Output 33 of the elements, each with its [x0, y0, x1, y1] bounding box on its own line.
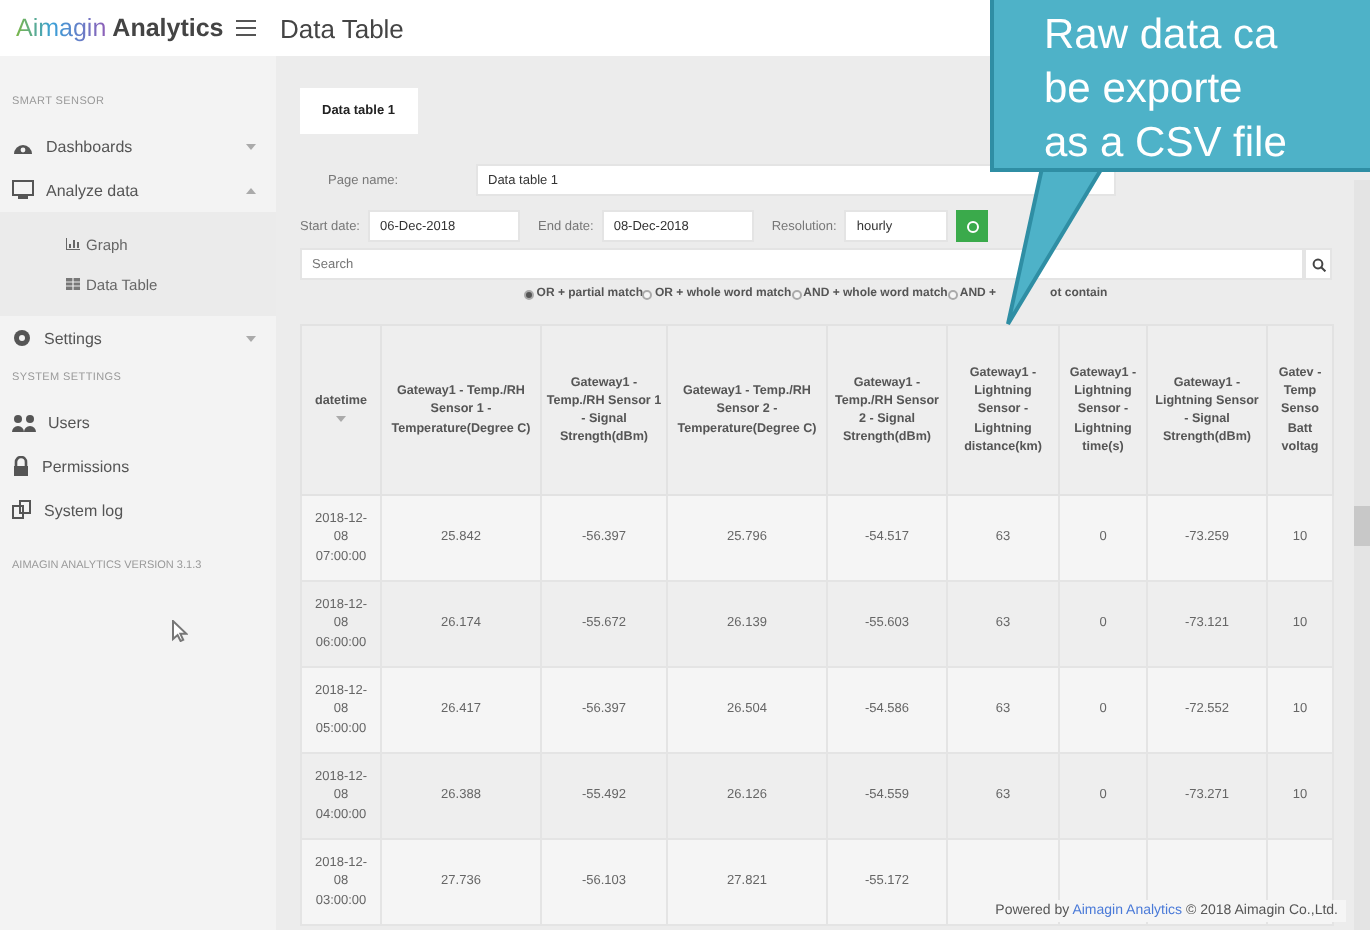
- bar-chart-icon: [66, 238, 80, 250]
- radio-button[interactable]: [791, 289, 802, 299]
- callout-text: be exporte: [1044, 64, 1245, 116]
- radio-button[interactable]: [642, 289, 653, 299]
- sidebar-item[interactable]: Users: [0, 400, 276, 444]
- lock-icon: [12, 456, 30, 476]
- radio-button[interactable]: [947, 289, 958, 299]
- table-icon: [66, 278, 80, 290]
- search-button[interactable]: [1304, 248, 1332, 280]
- sidebar-item[interactable]: Settings: [0, 316, 276, 360]
- refresh-icon: [965, 219, 980, 233]
- monitor-icon: [12, 180, 34, 200]
- caret-down-icon: [246, 335, 256, 341]
- sidebar-item[interactable]: Dashboards: [0, 124, 276, 168]
- pages-icon: [12, 500, 32, 520]
- sidebar-item[interactable]: Analyze data: [0, 168, 276, 212]
- sidebar-item[interactable]: Permissions: [0, 444, 276, 488]
- sidebar-item[interactable]: System log: [0, 488, 276, 532]
- caret-down-icon: [336, 416, 346, 422]
- caret-down-icon: [246, 143, 256, 149]
- page-title: Data Table: [280, 13, 404, 43]
- scrollbar[interactable]: [1354, 180, 1370, 930]
- search-icon: [1311, 257, 1325, 271]
- logo: Aimagin Analytics: [14, 14, 226, 42]
- cursor-icon: [172, 620, 188, 642]
- gear-icon: [12, 328, 32, 348]
- callout-text: as a CSV file: [1044, 118, 1289, 170]
- radio-button[interactable]: [524, 289, 535, 299]
- refresh-button[interactable]: [956, 210, 989, 242]
- caret-up-icon: [246, 187, 256, 193]
- menu-icon[interactable]: [236, 20, 256, 36]
- callout-text: Raw data ca: [1044, 10, 1280, 62]
- users-icon: [12, 413, 36, 431]
